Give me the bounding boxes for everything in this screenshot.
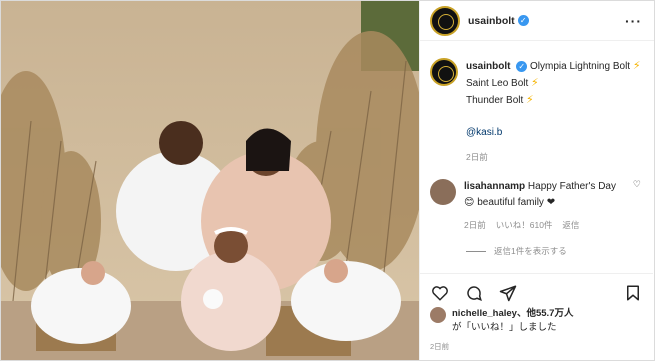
likes-count[interactable]: 、他55.7万人: [517, 308, 574, 319]
likes-suffix: が「いいね！」しました: [452, 322, 557, 333]
comment-text: Happy Father's Day: [527, 181, 616, 192]
comment: lisahannamp Happy Father's Day 😊 beautif…: [430, 179, 641, 233]
replies-line: [466, 250, 486, 252]
smile-emoji-icon: 😊: [464, 197, 475, 208]
caption-username[interactable]: usainbolt: [466, 61, 510, 72]
heart-emoji-icon: ❤: [546, 197, 556, 208]
lightning-bolt-icon: ⚡: [526, 94, 534, 106]
post-time[interactable]: 2日前: [430, 341, 449, 352]
action-bar: [420, 273, 653, 311]
comment-likes[interactable]: いいね！610件: [496, 217, 553, 233]
verified-icon: ✓: [516, 60, 528, 72]
lightning-bolt-icon: ⚡: [632, 60, 641, 72]
liker-username[interactable]: nichelle_haley: [452, 308, 517, 319]
likes-summary: nichelle_haley、他55.7万人 が「いいね！」しました: [430, 307, 650, 335]
family-photo: [1, 1, 419, 360]
save-icon[interactable]: [623, 283, 643, 303]
heart-icon[interactable]: [430, 283, 450, 303]
caption-line1: Olympia Lightning Bolt: [530, 61, 631, 72]
liker-avatar[interactable]: [430, 307, 446, 323]
verified-icon: ✓: [517, 15, 529, 26]
share-icon[interactable]: [498, 283, 518, 303]
post-sidebar: usainbolt ✓ ··· usainbolt ✓ Olympia Ligh…: [419, 1, 654, 360]
instagram-post: usainbolt ✓ ··· usainbolt ✓ Olympia Ligh…: [0, 0, 655, 361]
caption-mention[interactable]: @kasi.b: [466, 127, 502, 138]
comment-avatar[interactable]: [430, 179, 456, 205]
header-username[interactable]: usainbolt: [468, 15, 515, 27]
caption-avatar[interactable]: [430, 58, 458, 86]
more-icon[interactable]: ···: [625, 13, 642, 29]
post-header: usainbolt ✓ ···: [420, 1, 654, 41]
caption: usainbolt ✓ Olympia Lightning Bolt ⚡ Sai…: [430, 58, 641, 165]
comment-text2: beautiful family: [477, 197, 544, 208]
comment-like-heart-icon[interactable]: ♡: [633, 179, 641, 233]
comment-time[interactable]: 2日前: [464, 217, 486, 233]
caption-time[interactable]: 2日前: [466, 149, 641, 165]
caption-line3: Thunder Bolt: [466, 95, 524, 106]
lightning-bolt-icon: ⚡: [531, 77, 539, 89]
reply-button[interactable]: 返信: [562, 217, 579, 233]
comment-icon[interactable]: [464, 283, 484, 303]
comments-area[interactable]: usainbolt ✓ Olympia Lightning Bolt ⚡ Sai…: [420, 42, 653, 270]
caption-line2: Saint Leo Bolt: [466, 78, 529, 89]
post-photo[interactable]: [1, 1, 419, 360]
avatar[interactable]: [430, 5, 460, 36]
comment-username[interactable]: lisahannamp: [464, 181, 525, 192]
view-replies-label[interactable]: 返信1件を表示する: [494, 245, 567, 257]
view-replies[interactable]: 返信1件を表示する: [466, 245, 641, 257]
